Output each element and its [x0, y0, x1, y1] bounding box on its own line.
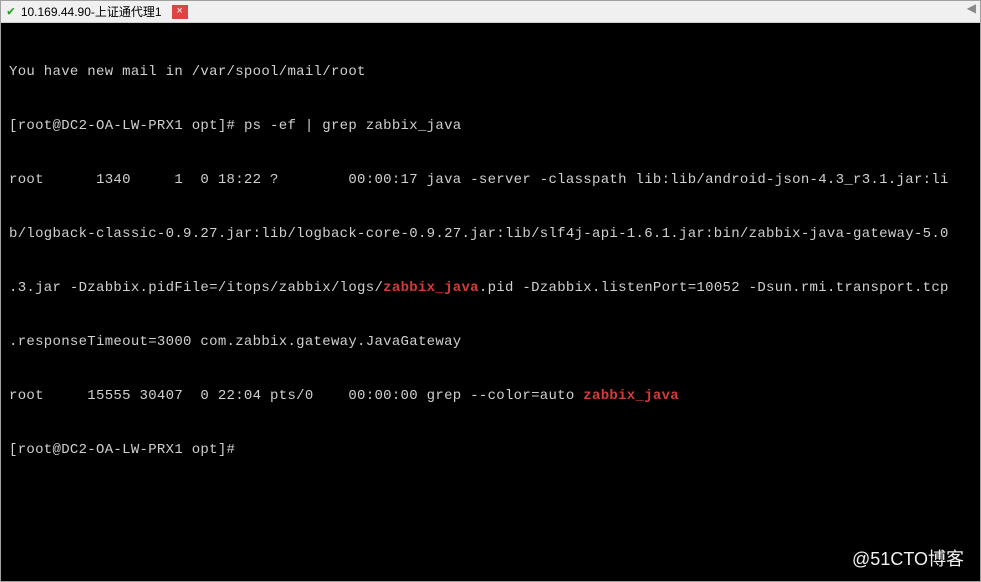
terminal-line: root 1340 1 0 18:22 ? 00:00:17 java -ser… — [9, 171, 972, 189]
connected-check-icon: ✔ — [7, 4, 15, 19]
terminal-body[interactable]: You have new mail in /var/spool/mail/roo… — [1, 23, 980, 581]
grep-highlight: zabbix_java — [583, 388, 679, 404]
titlebar: ✔ 10.169.44.90-上证通代理1 × ◀ — [1, 1, 980, 23]
output-text: root 15555 30407 0 22:04 pts/0 00:00:00 … — [9, 388, 583, 404]
terminal-line: root 15555 30407 0 22:04 pts/0 00:00:00 … — [9, 387, 972, 405]
terminal-line: .responseTimeout=3000 com.zabbix.gateway… — [9, 333, 972, 351]
prompt: [root@DC2-OA-LW-PRX1 opt]# — [9, 118, 244, 134]
window-title: 10.169.44.90-上证通代理1 — [21, 3, 162, 20]
prompt: [root@DC2-OA-LW-PRX1 opt]# — [9, 442, 244, 458]
tab-scroll-left-icon[interactable]: ◀ — [967, 1, 976, 15]
terminal-window: ✔ 10.169.44.90-上证通代理1 × ◀ You have new m… — [0, 0, 981, 582]
watermark: @51CTO博客 — [852, 545, 964, 571]
command-text: ps -ef | grep zabbix_java — [244, 118, 462, 134]
terminal-line: b/logback-classic-0.9.27.jar:lib/logback… — [9, 225, 972, 243]
terminal-line: You have new mail in /var/spool/mail/roo… — [9, 63, 972, 81]
output-text: .3.jar -Dzabbix.pidFile=/itops/zabbix/lo… — [9, 280, 383, 296]
grep-highlight: zabbix_java — [383, 280, 479, 296]
terminal-line: [root@DC2-OA-LW-PRX1 opt]# ps -ef | grep… — [9, 117, 972, 135]
close-tab-button[interactable]: × — [172, 5, 188, 19]
output-text: .pid -Dzabbix.listenPort=10052 -Dsun.rmi… — [479, 280, 949, 296]
terminal-line: .3.jar -Dzabbix.pidFile=/itops/zabbix/lo… — [9, 279, 972, 297]
terminal-line: [root@DC2-OA-LW-PRX1 opt]# — [9, 441, 972, 459]
